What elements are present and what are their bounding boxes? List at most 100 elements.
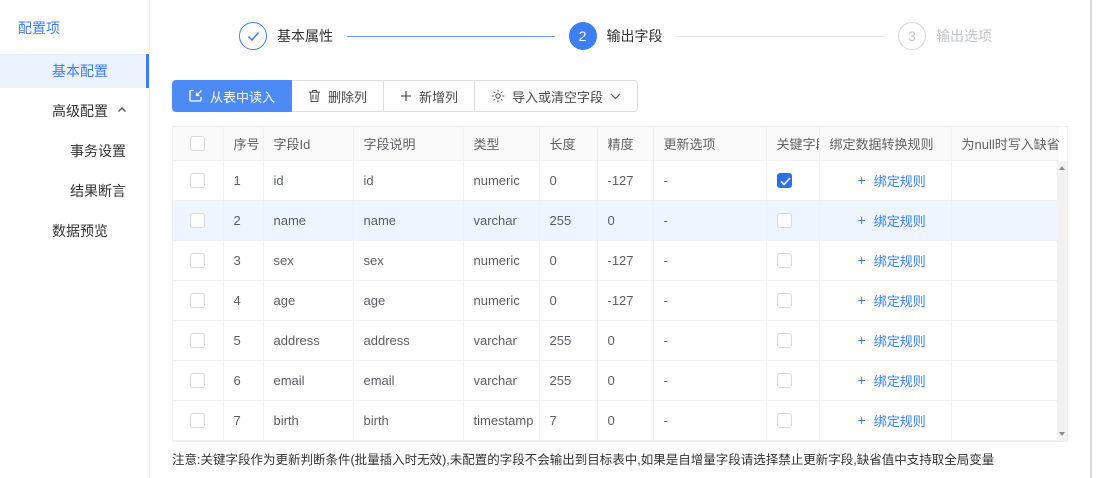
step-output-options[interactable]: 3 输出选项	[898, 22, 992, 50]
sidebar-item-transaction-settings[interactable]: 事务设置	[0, 134, 149, 168]
cell-length: 255	[539, 200, 598, 241]
cell-no: 4	[223, 280, 264, 321]
cell-length: 255	[539, 320, 598, 361]
bind-rule-link[interactable]: + 绑定规则	[820, 331, 926, 350]
cell-update-option: -	[653, 240, 767, 281]
key-field-checkbox[interactable]	[776, 293, 792, 309]
cell-default-value[interactable]	[951, 200, 1059, 241]
sidebar-item-advanced-config[interactable]: 高级配置	[0, 94, 149, 128]
trash-icon	[308, 89, 321, 103]
delete-column-button[interactable]: 删除列	[292, 80, 385, 112]
cell-field-id: email	[263, 360, 354, 401]
key-field-checkbox[interactable]	[776, 333, 792, 349]
table-row[interactable]: 4 age age numeric 0 -127 - + 绑定规则	[173, 280, 1059, 321]
sidebar-item-data-preview[interactable]: 数据预览	[0, 214, 149, 248]
step-output-fields[interactable]: 2 输出字段	[568, 22, 663, 50]
cell-no: 2	[223, 200, 264, 241]
table-scrollbar[interactable]	[1057, 161, 1067, 441]
col-header-precision: 精度	[597, 127, 654, 161]
bind-rule-link[interactable]: + 绑定规则	[820, 171, 926, 190]
plus-icon	[400, 90, 412, 102]
key-field-checkbox[interactable]	[776, 253, 792, 269]
cell-precision: -127	[597, 240, 654, 281]
select-all-checkbox[interactable]	[190, 136, 206, 152]
cell-field-id: id	[263, 160, 354, 201]
sidebar-item-label: 高级配置	[52, 103, 108, 119]
row-select-checkbox[interactable]	[190, 373, 206, 389]
panel-edge-divider	[1090, 0, 1092, 478]
cell-default-value[interactable]	[951, 240, 1059, 281]
cell-field-desc: name	[353, 200, 464, 241]
table-row[interactable]: 3 sex sex numeric 0 -127 - + 绑定规则	[173, 240, 1059, 281]
cell-precision: 0	[597, 360, 654, 401]
bind-rule-label: 绑定规则	[873, 333, 926, 349]
fields-table: 序号 字段Id 字段说明 类型 长度 精度 更新选项 关键字段 绑定数据转换规则…	[172, 126, 1068, 442]
cell-default-value[interactable]	[951, 160, 1059, 201]
row-select-checkbox[interactable]	[190, 293, 206, 309]
sidebar-item-result-assertion[interactable]: 结果断言	[0, 174, 149, 208]
cell-update-option: -	[653, 200, 767, 241]
button-label: 导入或清空字段	[512, 89, 604, 105]
cell-default-value[interactable]	[951, 360, 1059, 401]
row-select-checkbox[interactable]	[190, 253, 206, 269]
bind-rule-link[interactable]: + 绑定规则	[820, 291, 926, 310]
sidebar-item-basic-config[interactable]: 基本配置	[0, 54, 149, 88]
cell-field-desc: email	[353, 360, 464, 401]
table-row[interactable]: 5 address address varchar 255 0 - + 绑定规则	[173, 320, 1059, 361]
bind-rule-link[interactable]: + 绑定规则	[820, 411, 926, 430]
cell-length: 255	[539, 360, 598, 401]
table-row[interactable]: 2 name name varchar 255 0 - + 绑定规则	[173, 200, 1059, 241]
table-header-row: 序号 字段Id 字段说明 类型 长度 精度 更新选项 关键字段 绑定数据转换规则…	[173, 127, 1059, 161]
bind-rule-link[interactable]: + 绑定规则	[820, 211, 926, 230]
sidebar-item-label: 数据预览	[52, 223, 108, 239]
sidebar-item-label: 事务设置	[70, 143, 126, 159]
key-field-checkbox[interactable]	[776, 173, 792, 189]
cell-type: varchar	[463, 320, 540, 361]
plus-icon: +	[857, 212, 866, 228]
cell-default-value[interactable]	[951, 320, 1059, 361]
button-label: 从表中读入	[210, 89, 276, 105]
bind-rule-label: 绑定规则	[873, 213, 926, 229]
col-header-update-option: 更新选项	[653, 127, 767, 161]
plus-icon: +	[857, 412, 866, 428]
add-column-button[interactable]: 新增列	[384, 80, 476, 112]
row-select-checkbox[interactable]	[190, 213, 206, 229]
cell-type: numeric	[463, 160, 540, 201]
sidebar: 配置项 基本配置 高级配置 事务设置 结果断言 数据预览	[0, 0, 150, 478]
cell-type: varchar	[463, 360, 540, 401]
gear-icon	[491, 89, 505, 103]
scroll-up-icon[interactable]	[1059, 166, 1065, 170]
cell-precision: 0	[597, 200, 654, 241]
cell-precision: -127	[597, 280, 654, 321]
sidebar-item-label: 基本配置	[52, 63, 108, 79]
row-select-checkbox[interactable]	[190, 333, 206, 349]
import-or-clear-fields-button[interactable]: 导入或清空字段	[475, 80, 639, 112]
scroll-down-icon[interactable]	[1059, 431, 1065, 436]
table-row[interactable]: 1 id id numeric 0 -127 - + 绑定规则	[173, 160, 1059, 201]
key-field-checkbox[interactable]	[776, 213, 792, 229]
stepper: 基本属性 2 输出字段 3 输出选项	[151, 0, 1090, 72]
cell-precision: -127	[597, 160, 654, 201]
cell-field-desc: id	[353, 160, 464, 201]
row-select-checkbox[interactable]	[190, 173, 206, 189]
key-field-checkbox[interactable]	[776, 413, 792, 429]
row-select-checkbox[interactable]	[190, 413, 206, 429]
read-from-table-button[interactable]: 从表中读入	[172, 80, 293, 112]
cell-default-value[interactable]	[951, 280, 1059, 321]
bind-rule-link[interactable]: + 绑定规则	[820, 251, 926, 270]
cell-length: 0	[539, 280, 598, 321]
bind-rule-link[interactable]: + 绑定规则	[820, 371, 926, 390]
cell-default-value[interactable]	[951, 400, 1059, 441]
step-basic-properties[interactable]: 基本属性	[239, 22, 333, 50]
table-row[interactable]: 7 birth birth timestamp 7 0 - + 绑定规则	[173, 400, 1059, 441]
chevron-down-icon	[610, 93, 621, 100]
table-row[interactable]: 6 email email varchar 255 0 - + 绑定规则	[173, 360, 1059, 401]
read-table-icon	[189, 89, 203, 103]
button-label: 删除列	[328, 89, 368, 105]
main-content: 基本属性 2 输出字段 3 输出选项 从表中读入 删除列 新增列 导入或清空字段…	[151, 0, 1090, 478]
key-field-checkbox[interactable]	[776, 373, 792, 389]
step-connector	[347, 35, 555, 37]
cell-no: 3	[223, 240, 264, 281]
step-label: 输出选项	[936, 28, 992, 44]
chevron-up-icon	[117, 105, 127, 115]
